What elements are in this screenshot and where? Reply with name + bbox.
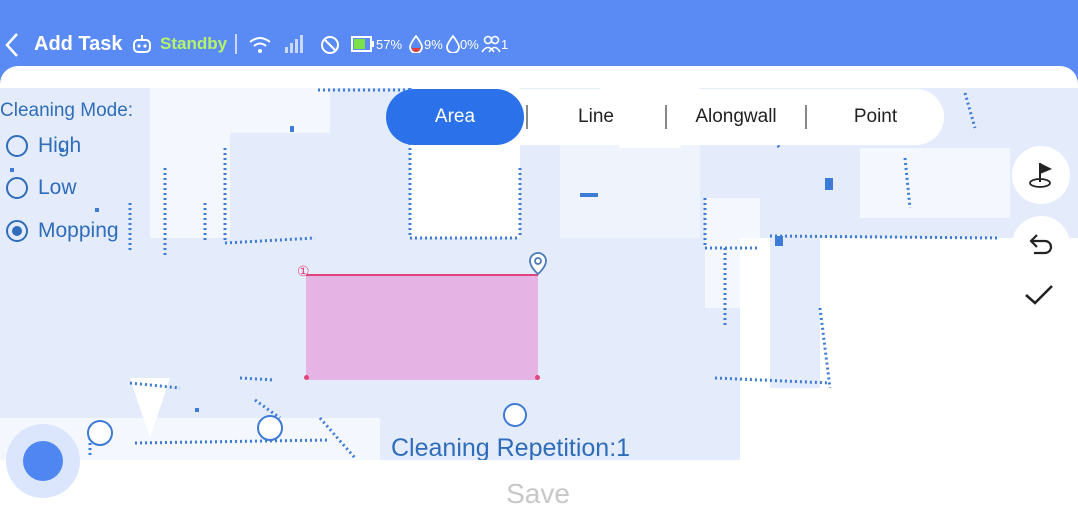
top-bar: Add Task Standby 57% 9% 0% 1 [0, 0, 1078, 68]
radio-button[interactable] [6, 177, 28, 199]
undo-button[interactable] [1012, 216, 1070, 274]
confirm-button[interactable] [1014, 274, 1064, 316]
joystick-knob[interactable] [23, 441, 63, 481]
divider [235, 34, 237, 54]
mode-option-label: Low [38, 176, 77, 199]
water-drop-icon [409, 35, 423, 53]
undo-icon [1029, 234, 1053, 255]
main-panel: ① Cleaning Repetition:1 Cleaning Mode: H… [0, 66, 1078, 523]
mode-option-mopping[interactable]: Mopping [6, 219, 119, 243]
save-button[interactable]: Save [488, 478, 588, 510]
clean-water-level: 9% [424, 37, 443, 52]
robot-icon [132, 34, 152, 54]
flag-icon [1029, 163, 1052, 188]
joystick[interactable] [6, 424, 80, 498]
tab-area[interactable]: Area [386, 89, 524, 145]
tab-alongwall[interactable]: Alongwall [667, 89, 805, 145]
no-connection-icon [320, 35, 340, 55]
area-start-marker: ① [297, 263, 310, 279]
battery-level: 57% [376, 37, 403, 52]
back-button[interactable] [4, 31, 24, 59]
checkmark-icon [1025, 285, 1053, 305]
chevron-left-icon [5, 33, 18, 57]
status-label: Standby [160, 34, 228, 53]
cleaning-area[interactable] [306, 274, 538, 380]
waste-water-level: 0% [460, 37, 479, 52]
radio-button-selected[interactable] [6, 220, 28, 242]
mode-option-high[interactable]: High [6, 134, 81, 158]
mode-option-label: High [38, 134, 82, 157]
tab-line[interactable]: Line [528, 89, 664, 145]
mode-option-label: Mopping [38, 219, 119, 242]
task-type-tabs: Area Line Alongwall Point [386, 89, 944, 145]
repetition-label: Cleaning Repetition: [391, 434, 617, 462]
tab-point[interactable]: Point [807, 89, 944, 145]
signal-icon [284, 35, 304, 53]
mode-option-low[interactable]: Low [6, 176, 77, 200]
area-corner[interactable] [304, 375, 309, 380]
people-icon [481, 35, 501, 53]
water-drop-icon [446, 35, 460, 53]
wifi-icon [248, 36, 272, 54]
cleaning-mode-label: Cleaning Mode: [0, 100, 134, 121]
repetition-value: 1 [616, 434, 631, 462]
cleaning-repetition[interactable]: Cleaning Repetition:1 [391, 434, 630, 463]
people-count: 1 [501, 37, 509, 52]
radio-button[interactable] [6, 135, 28, 157]
area-corner[interactable] [535, 375, 540, 380]
battery-icon [351, 36, 375, 52]
flag-button[interactable] [1012, 146, 1070, 204]
page-title: Add Task [34, 33, 123, 55]
